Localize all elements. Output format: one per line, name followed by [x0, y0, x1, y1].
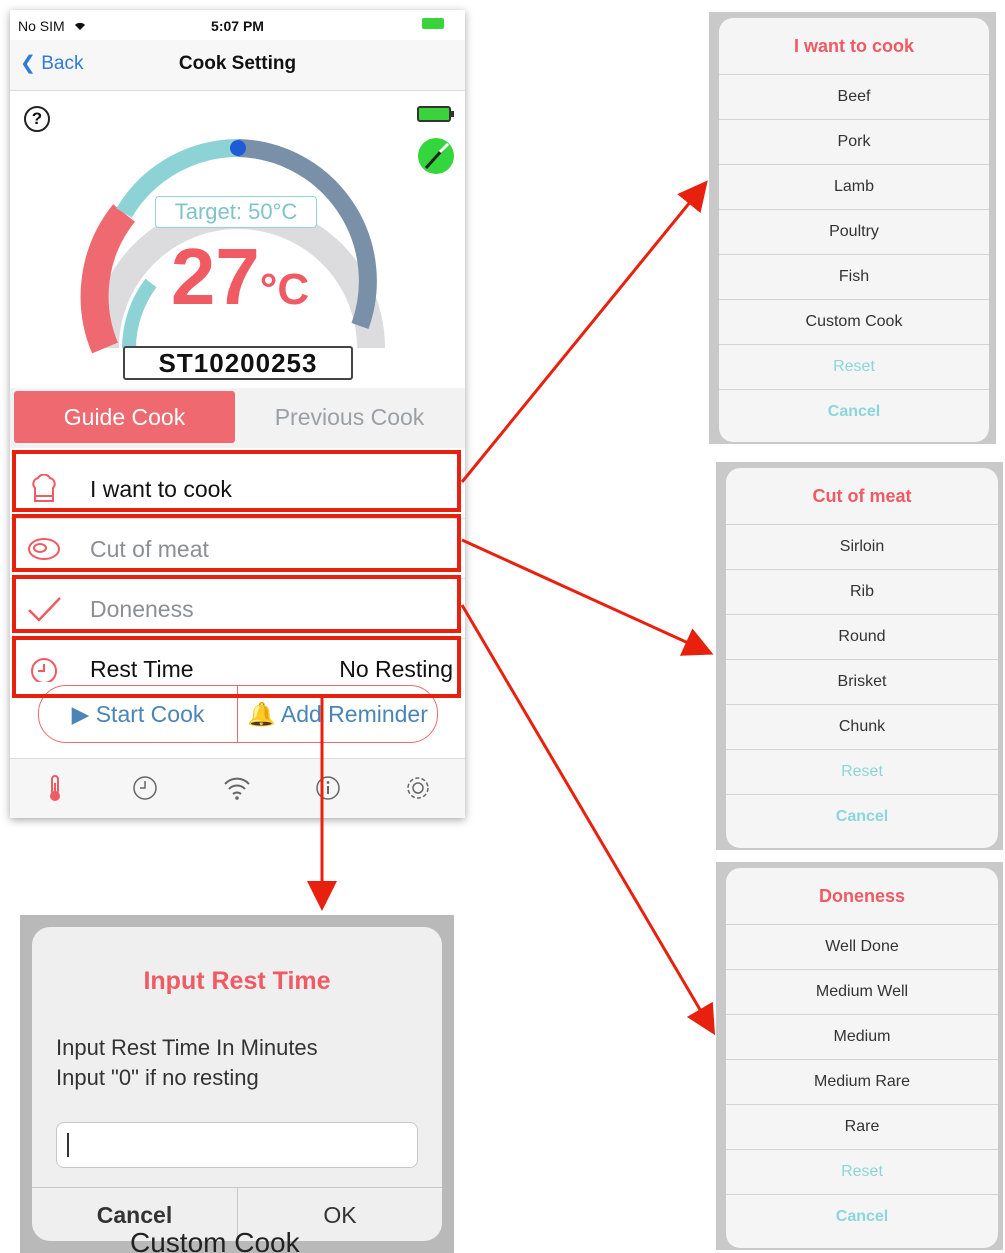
arrow-to-doneness-picker — [460, 604, 716, 1036]
arrow-to-cook-picker — [460, 180, 708, 483]
arrow-to-cut-picker — [461, 538, 714, 656]
annotation-arrows — [307, 180, 716, 1036]
